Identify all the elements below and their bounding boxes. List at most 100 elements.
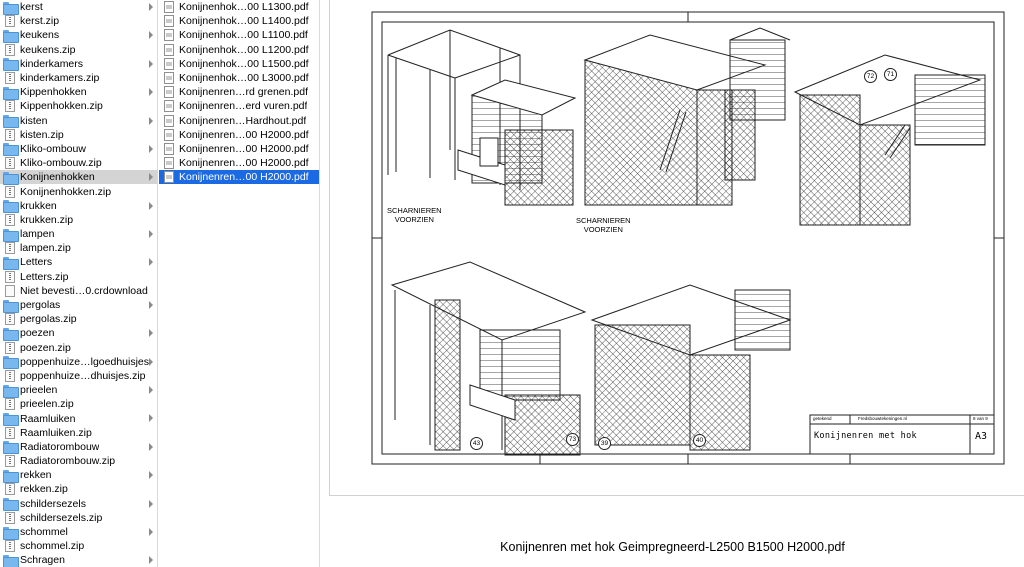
part-bubble: 73 (566, 433, 579, 446)
zip-file-item[interactable]: Kliko-ombouw.zip (0, 156, 157, 170)
folder-item[interactable]: poppenhuize…lgoedhuisjes (0, 355, 157, 370)
folder-icon (3, 469, 19, 483)
title-block-format: A3 (975, 431, 988, 442)
zip-file-item[interactable]: Radiatorombouw.zip (0, 454, 157, 468)
folder-icon (3, 143, 19, 157)
item-label: kisten (20, 114, 48, 127)
zip-icon (5, 341, 15, 354)
folder-icon (3, 200, 19, 214)
chevron-right-icon (149, 3, 153, 11)
chevron-right-icon (149, 59, 153, 68)
folder-icon (3, 256, 19, 270)
folder-item[interactable]: Letters (0, 255, 157, 270)
pdf-file-item[interactable]: Konijnenren…erd vuren.pdf (159, 99, 319, 113)
part-bubble: 72 (864, 70, 877, 83)
zip-file-item[interactable]: Kippenhokken.zip (0, 99, 157, 113)
folder-item[interactable]: Kippenhokken (0, 85, 157, 100)
folder-item[interactable]: pergolas (0, 298, 157, 313)
pdf-file-item[interactable]: Konijnenren…00 H2000.pdf (159, 156, 319, 170)
folder-item[interactable]: kinderkamers (0, 57, 157, 72)
folder-icon (3, 115, 19, 129)
pdf-file-item[interactable]: Konijnenhok…00 L1500.pdf (159, 57, 319, 71)
pdf-icon (164, 171, 174, 184)
zip-file-item[interactable]: Letters.zip (0, 270, 157, 284)
title-block-drawn: getekend (813, 416, 832, 421)
chevron-right-icon (149, 31, 153, 40)
folder-item[interactable]: Kliko-ombouw (0, 142, 157, 157)
folder-item[interactable]: keukens (0, 28, 157, 43)
pdf-file-item[interactable]: Konijnenhok…00 L1100.pdf (159, 28, 319, 42)
item-label: Raamluiken.zip (20, 426, 92, 439)
zip-file-item[interactable]: kisten.zip (0, 128, 157, 142)
folder-item[interactable]: Schragen (0, 553, 157, 567)
folder-icon (3, 1, 19, 15)
zip-file-item[interactable]: lampen.zip (0, 241, 157, 255)
item-label: krukken (20, 199, 57, 212)
folder-item[interactable]: lampen (0, 227, 157, 242)
zip-file-item[interactable]: kinderkamers.zip (0, 71, 157, 85)
zip-file-item[interactable]: kerst.zip (0, 14, 157, 28)
preview-pane: SCHARNIEREN VOORZIEN SCHARNIEREN VOORZIE… (321, 0, 1024, 567)
zip-file-item[interactable]: schildersezels.zip (0, 511, 157, 525)
part-bubble: 39 (598, 437, 611, 450)
chevron-right-icon (149, 173, 153, 182)
chevron-right-icon (149, 201, 153, 210)
item-label: Konijnenren…rd grenen.pdf (179, 86, 309, 99)
item-label: Konijnenhok…00 L1400.pdf (179, 15, 309, 28)
zip-icon (5, 398, 15, 411)
pdf-file-item[interactable]: Konijnenren…00 H2000.pdf (159, 142, 319, 156)
zip-file-item[interactable]: Raamluiken.zip (0, 426, 157, 440)
zip-icon (5, 369, 15, 382)
item-label: pergolas (20, 299, 61, 312)
zip-icon (5, 483, 15, 496)
folder-item[interactable]: krukken (0, 199, 157, 214)
file-item[interactable]: Niet bevesti…0.crdownload (0, 284, 157, 298)
pdf-file-item[interactable]: Konijnenhok…00 L1400.pdf (159, 14, 319, 28)
pdf-file-item[interactable]: Konijnenren…rd grenen.pdf (159, 85, 319, 99)
folder-item[interactable]: rekken (0, 468, 157, 483)
folder-item[interactable]: Konijnenhokken (0, 170, 157, 185)
zip-file-item[interactable]: pergolas.zip (0, 312, 157, 326)
title-block-site: Fredsbouwtekeningen.nl (858, 416, 908, 421)
pdf-page[interactable]: SCHARNIEREN VOORZIEN SCHARNIEREN VOORZIE… (329, 0, 1024, 496)
zip-file-item[interactable]: Konijnenhokken.zip (0, 184, 157, 198)
chevron-right-icon (149, 499, 153, 508)
folder-icon (3, 498, 19, 512)
folder-item[interactable]: poezen (0, 326, 157, 341)
item-label: kinderkamers (20, 57, 84, 70)
part-bubble: 71 (884, 68, 897, 81)
pdf-icon (164, 57, 174, 70)
zip-file-item[interactable]: prieelen.zip (0, 397, 157, 411)
pdf-file-item[interactable]: Konijnenren…Hardhout.pdf (159, 114, 319, 128)
chevron-right-icon (149, 300, 153, 309)
chevron-right-icon (149, 329, 153, 338)
chevron-right-icon (149, 471, 153, 480)
pdf-file-item[interactable]: Konijnenren…00 H2000.pdf (159, 128, 319, 142)
pdf-file-item[interactable]: Konijnenren…00 H2000.pdf (159, 170, 319, 185)
zip-file-item[interactable]: poppenhuize…dhuisjes.zip (0, 369, 157, 383)
chevron-right-icon (149, 88, 153, 97)
pdf-file-item[interactable]: Konijnenhok…00 L1300.pdf (159, 0, 319, 14)
folder-item[interactable]: kisten (0, 114, 157, 129)
folder-item[interactable]: schildersezels (0, 497, 157, 512)
pdf-file-item[interactable]: Konijnenhok…00 L1200.pdf (159, 43, 319, 57)
zip-file-item[interactable]: krukken.zip (0, 213, 157, 227)
folder-item[interactable]: Radiatorombouw (0, 440, 157, 455)
zip-file-item[interactable]: rekken.zip (0, 482, 157, 496)
item-label: schommel.zip (20, 540, 85, 553)
folder-item[interactable]: kerst (0, 0, 157, 15)
zip-file-item[interactable]: schommel.zip (0, 539, 157, 553)
folder-item[interactable]: prieelen (0, 383, 157, 398)
folder-item[interactable]: schommel (0, 525, 157, 540)
zip-icon (5, 128, 15, 141)
pdf-file-item[interactable]: Konijnenhok…00 L3000.pdf (159, 71, 319, 85)
folder-icon (3, 171, 19, 185)
folder-item[interactable]: Raamluiken (0, 411, 157, 427)
zip-file-item[interactable]: keukens.zip (0, 43, 157, 57)
item-label: schommel (20, 526, 68, 539)
item-label: Konijnenren…erd vuren.pdf (179, 100, 308, 113)
zip-file-item[interactable]: poezen.zip (0, 341, 157, 355)
item-label: schildersezels.zip (20, 511, 103, 524)
item-label: rekken.zip (20, 483, 68, 496)
item-label: Radiatorombouw.zip (20, 455, 116, 468)
